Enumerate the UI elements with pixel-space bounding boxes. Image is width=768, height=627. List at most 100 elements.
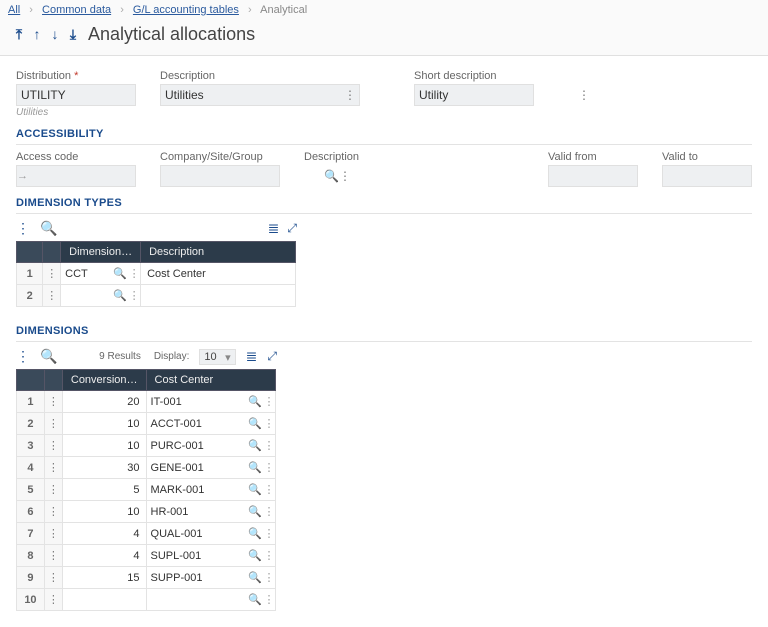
description-field[interactable]: [161, 86, 341, 104]
cost-center-cell[interactable]: QUAL-001🔍⋮: [146, 523, 275, 545]
cost-center-cell[interactable]: 🔍⋮: [146, 589, 275, 611]
col-dt-description[interactable]: Description: [141, 242, 296, 263]
lookup-icon[interactable]: 🔍: [247, 571, 263, 584]
breadcrumb-common-data[interactable]: Common data: [42, 4, 111, 16]
actions-icon[interactable]: ⋮: [263, 549, 275, 562]
actions-icon[interactable]: ⋮: [263, 593, 275, 606]
display-select[interactable]: 10: [199, 349, 235, 365]
nav-next-icon[interactable]: ↓: [48, 26, 62, 43]
short-description-input[interactable]: ⋮: [414, 84, 534, 106]
table-row[interactable]: 3⋮10PURC-001🔍⋮: [17, 435, 276, 457]
table-row[interactable]: 8⋮4SUPL-001🔍⋮: [17, 545, 276, 567]
lookup-icon[interactable]: 🔍: [112, 267, 128, 280]
row-actions-icon[interactable]: ⋮: [44, 391, 62, 413]
cost-center-cell[interactable]: SUPL-001🔍⋮: [146, 545, 275, 567]
row-actions-icon[interactable]: ⋮: [43, 263, 61, 285]
col-cost-center[interactable]: Cost Center: [146, 370, 275, 391]
actions-icon[interactable]: ⋮: [263, 505, 275, 518]
col-select[interactable]: [17, 370, 45, 391]
conversion-cell[interactable]: 5: [62, 479, 146, 501]
table-row[interactable]: 2⋮🔍⋮: [17, 285, 296, 307]
table-actions-icon[interactable]: ⋮: [16, 348, 30, 365]
conversion-cell[interactable]: 10: [62, 413, 146, 435]
cost-center-cell[interactable]: SUPP-001🔍⋮: [146, 567, 275, 589]
valid-to-input[interactable]: 📅: [662, 165, 752, 187]
search-icon[interactable]: 🔍: [40, 220, 57, 237]
lookup-icon[interactable]: 🔍: [112, 289, 128, 302]
table-row[interactable]: 5⋮5MARK-001🔍⋮: [17, 479, 276, 501]
conversion-cell[interactable]: 20: [62, 391, 146, 413]
cost-center-cell[interactable]: HR-001🔍⋮: [146, 501, 275, 523]
lookup-icon[interactable]: 🔍: [247, 549, 263, 562]
lookup-icon[interactable]: 🔍: [247, 593, 263, 606]
row-actions-icon[interactable]: ⋮: [44, 413, 62, 435]
nav-first-icon[interactable]: ⤒: [12, 26, 26, 43]
actions-icon[interactable]: ⋮: [263, 417, 275, 430]
table-row[interactable]: 2⋮10ACCT-001🔍⋮: [17, 413, 276, 435]
search-icon[interactable]: 🔍: [40, 348, 57, 365]
lookup-icon[interactable]: 🔍: [247, 527, 263, 540]
breadcrumb-gl[interactable]: G/L accounting tables: [133, 4, 239, 16]
dimension-type-cell[interactable]: 🔍⋮: [61, 285, 141, 307]
dimension-type-cell[interactable]: CCT🔍⋮: [61, 263, 141, 285]
actions-icon[interactable]: ⋮: [128, 267, 140, 280]
row-actions-icon[interactable]: ⋮: [44, 545, 62, 567]
actions-icon[interactable]: ⋮: [263, 571, 275, 584]
table-row[interactable]: 1⋮CCT🔍⋮Cost Center: [17, 263, 296, 285]
layers-icon[interactable]: ≣: [246, 348, 258, 365]
table-row[interactable]: 9⋮15SUPP-001🔍⋮: [17, 567, 276, 589]
cost-center-cell[interactable]: ACCT-001🔍⋮: [146, 413, 275, 435]
cost-center-cell[interactable]: IT-001🔍⋮: [146, 391, 275, 413]
distribution-field[interactable]: [17, 86, 180, 104]
actions-icon[interactable]: ⋮: [578, 88, 590, 102]
col-select[interactable]: [17, 242, 43, 263]
access-code-input[interactable]: → 🔍 ⋮: [16, 165, 136, 187]
conversion-cell[interactable]: 30: [62, 457, 146, 479]
row-actions-icon[interactable]: ⋮: [44, 501, 62, 523]
conversion-cell[interactable]: 10: [62, 435, 146, 457]
short-description-field[interactable]: [415, 86, 578, 104]
cost-center-cell[interactable]: PURC-001🔍⋮: [146, 435, 275, 457]
row-actions-icon[interactable]: ⋮: [44, 523, 62, 545]
nav-prev-icon[interactable]: ↑: [30, 26, 44, 43]
company-site-group-input[interactable]: 🔍 ⋮: [160, 165, 280, 187]
actions-icon[interactable]: ⋮: [263, 461, 275, 474]
actions-icon[interactable]: ⋮: [263, 527, 275, 540]
conversion-cell[interactable]: 4: [62, 523, 146, 545]
table-actions-icon[interactable]: ⋮: [16, 220, 30, 237]
row-actions-icon[interactable]: ⋮: [43, 285, 61, 307]
lookup-icon[interactable]: 🔍: [247, 417, 263, 430]
table-row[interactable]: 4⋮30GENE-001🔍⋮: [17, 457, 276, 479]
actions-icon[interactable]: ⋮: [128, 289, 140, 302]
actions-icon[interactable]: ⋮: [339, 169, 351, 183]
company-site-group-field[interactable]: [161, 167, 324, 185]
lookup-icon[interactable]: 🔍: [247, 395, 263, 408]
expand-icon[interactable]: ⤢: [267, 349, 276, 364]
layers-icon[interactable]: ≣: [268, 220, 280, 237]
lookup-icon[interactable]: 🔍: [247, 483, 263, 496]
col-dimension-type[interactable]: Dimension…: [61, 242, 141, 263]
nav-last-icon[interactable]: ⤓: [66, 26, 80, 43]
breadcrumb-all[interactable]: All: [8, 4, 20, 16]
conversion-cell[interactable]: [62, 589, 146, 611]
distribution-input[interactable]: 🔍 ⋮: [16, 84, 136, 106]
table-row[interactable]: 6⋮10HR-001🔍⋮: [17, 501, 276, 523]
lookup-icon[interactable]: 🔍: [247, 505, 263, 518]
conversion-cell[interactable]: 15: [62, 567, 146, 589]
actions-icon[interactable]: ⋮: [263, 483, 275, 496]
actions-icon[interactable]: ⋮: [341, 88, 359, 102]
table-row[interactable]: 10⋮🔍⋮: [17, 589, 276, 611]
table-row[interactable]: 7⋮4QUAL-001🔍⋮: [17, 523, 276, 545]
conversion-cell[interactable]: 4: [62, 545, 146, 567]
valid-from-input[interactable]: 📅: [548, 165, 638, 187]
valid-to-field[interactable]: [663, 167, 768, 185]
table-row[interactable]: 1⋮20IT-001🔍⋮: [17, 391, 276, 413]
lookup-icon[interactable]: 🔍: [247, 461, 263, 474]
lookup-icon[interactable]: 🔍: [247, 439, 263, 452]
row-actions-icon[interactable]: ⋮: [44, 457, 62, 479]
lookup-icon[interactable]: 🔍: [324, 169, 339, 183]
actions-icon[interactable]: ⋮: [263, 439, 275, 452]
row-actions-icon[interactable]: ⋮: [44, 589, 62, 611]
row-actions-icon[interactable]: ⋮: [44, 567, 62, 589]
cost-center-cell[interactable]: MARK-001🔍⋮: [146, 479, 275, 501]
